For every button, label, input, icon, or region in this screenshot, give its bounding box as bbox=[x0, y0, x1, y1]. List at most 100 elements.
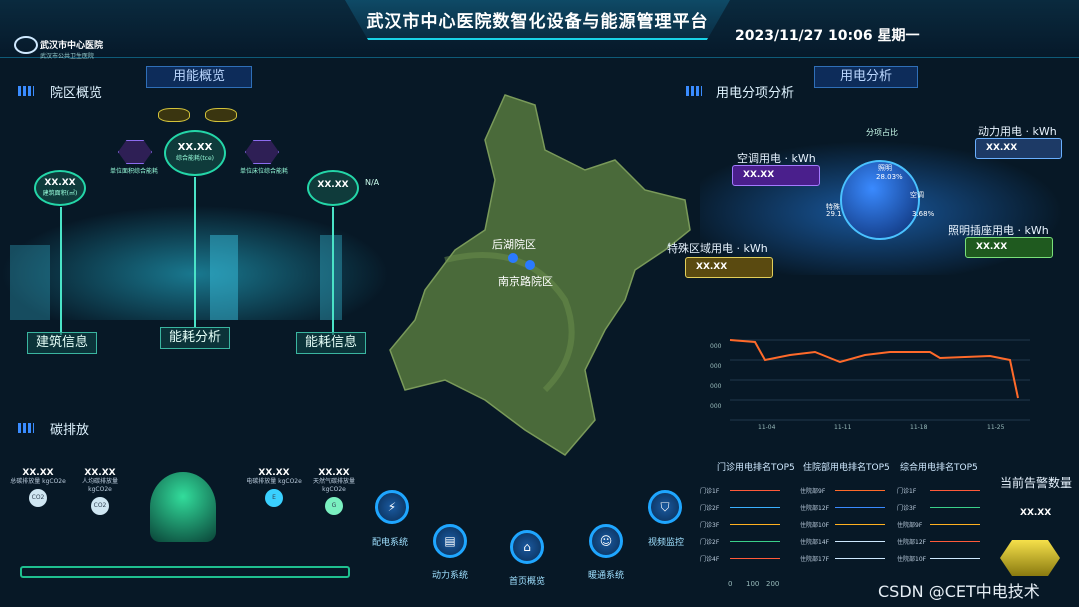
list-item: 门诊2F bbox=[700, 505, 720, 512]
y-tick: 000 bbox=[710, 403, 722, 410]
rank-bar bbox=[930, 507, 980, 508]
nav-label: 动力系统 bbox=[431, 571, 468, 581]
rank-bar bbox=[835, 490, 885, 491]
skyline-building bbox=[320, 235, 342, 320]
list-item: 住院部10F bbox=[800, 522, 830, 529]
list-item: 住院部10F bbox=[897, 556, 927, 563]
list-item: 门诊3F bbox=[700, 522, 720, 529]
section-title-power: 用电分项分析 bbox=[716, 86, 795, 101]
building-info-button[interactable]: 建筑信息 bbox=[27, 332, 97, 354]
logo-sub: 武汉市公共卫生医院 bbox=[40, 53, 95, 60]
top5-outpatient-title: 门诊用电排名TOP5 bbox=[717, 463, 795, 473]
battery-icon: E bbox=[265, 489, 283, 507]
gold-hex-1 bbox=[158, 108, 190, 122]
right-metric-value: XX.XX bbox=[317, 180, 349, 190]
nav-label: 首页概览 bbox=[508, 577, 545, 587]
flame-icon: G bbox=[325, 497, 343, 515]
rank-axis-tick: 0 bbox=[728, 580, 733, 588]
list-item: 门诊4F bbox=[700, 556, 720, 563]
list-item: 住院部12F bbox=[897, 539, 927, 546]
nav-label: 视频监控 bbox=[647, 538, 684, 548]
carbon-gas-value: XX.XX bbox=[318, 468, 350, 478]
building-area-hex: XX.XX 建筑面积(㎡) bbox=[34, 170, 86, 206]
section-title-carbon: 碳排放 bbox=[50, 423, 90, 438]
right-metric-hex: XX.XX bbox=[307, 170, 359, 206]
carbon-per-capita-label: 人均碳排放量 kgCO2e bbox=[81, 478, 118, 493]
lighting-power-title: 照明插座用电 · kWh bbox=[948, 224, 1049, 237]
carbon-gas-label: 天然气碳排放量 kgCO2e bbox=[312, 478, 355, 493]
carbon-electric-label: 电碳排放量 kgCO2e bbox=[246, 478, 302, 485]
list-item: 住院部9F bbox=[800, 488, 826, 495]
purple-right-label: 单位床位综合能耗 bbox=[240, 168, 289, 175]
y-tick: 000 bbox=[710, 363, 722, 370]
alarm-platform-graphic bbox=[1000, 540, 1060, 576]
alarm-title: 当前告警数量 bbox=[1000, 476, 1073, 490]
building-area-label: 建筑面积(㎡) bbox=[42, 190, 78, 197]
list-item: 住院部14F bbox=[800, 539, 830, 546]
total-energy-value: XX.XX bbox=[177, 142, 213, 153]
connector-line bbox=[60, 207, 62, 335]
home-icon[interactable]: ⌂ bbox=[510, 530, 544, 564]
hvac-icon[interactable]: ☺ bbox=[589, 524, 623, 558]
nav-video[interactable]: ⛉ bbox=[648, 490, 682, 524]
list-item: 住院部17F bbox=[800, 556, 830, 563]
co2-icon: CO2 bbox=[29, 489, 47, 507]
skyline-building bbox=[10, 245, 50, 320]
list-item: 门诊3F bbox=[897, 505, 917, 512]
carbon-electric: XX.XX 电碳排放量 kgCO2e E bbox=[244, 468, 304, 507]
alarm-value: XX.XX bbox=[1020, 508, 1052, 518]
hospital-logo-icon bbox=[14, 36, 38, 54]
watermark: CSDN @CET中电技术 bbox=[878, 582, 1040, 601]
list-item: 住院部12F bbox=[800, 505, 830, 512]
section-bars-icon bbox=[18, 423, 34, 433]
carbon-per-capita: XX.XX 人均碳排放量 kgCO2e CO2 bbox=[70, 468, 130, 515]
pie-label: 空调 bbox=[910, 191, 924, 199]
rank-bar bbox=[835, 541, 885, 542]
x-tick: 11-18 bbox=[910, 424, 928, 431]
nav-label: 配电系统 bbox=[371, 538, 408, 548]
power-system-icon[interactable]: ▤ bbox=[433, 524, 467, 558]
list-item: 门诊2F bbox=[700, 539, 720, 546]
lighting-power-value: XX.XX bbox=[965, 237, 1053, 258]
rank-bar bbox=[730, 507, 780, 508]
x-tick: 11-04 bbox=[758, 424, 776, 431]
rank-bar bbox=[835, 524, 885, 525]
pie-label: 29.1 bbox=[826, 210, 842, 218]
nav-distribution[interactable]: ⚡ bbox=[375, 490, 409, 524]
rank-bar bbox=[730, 524, 780, 525]
nav-home[interactable]: ⌂ bbox=[510, 530, 544, 564]
x-tick: 11-25 bbox=[987, 424, 1005, 431]
tab-energy-overview[interactable]: 用能概览 bbox=[146, 66, 252, 88]
special-area-value: XX.XX bbox=[685, 257, 773, 278]
rank-bar bbox=[930, 490, 980, 491]
top5-overall-title: 综合用电排名TOP5 bbox=[900, 463, 978, 473]
rank-bar bbox=[930, 524, 980, 525]
connector-line bbox=[332, 207, 334, 335]
rank-bar bbox=[730, 490, 780, 491]
energy-info-button[interactable]: 能耗信息 bbox=[296, 332, 366, 354]
purple-hex-left bbox=[118, 140, 152, 164]
carbon-platform bbox=[20, 566, 350, 578]
list-item: 门诊1F bbox=[897, 488, 917, 495]
purple-hex-right bbox=[245, 140, 279, 164]
energy-analysis-button[interactable]: 能耗分析 bbox=[160, 327, 230, 349]
carbon-gas: XX.XX 天然气碳排放量 kgCO2e G bbox=[302, 468, 366, 515]
shield-icon[interactable]: ⛉ bbox=[648, 490, 682, 524]
rank-bar bbox=[930, 541, 980, 542]
page-title: 武汉市中心医院数智化设备与能源管理平台 bbox=[366, 12, 709, 32]
tab-power-analysis[interactable]: 用电分析 bbox=[814, 66, 918, 88]
datetime: 2023/11/27 10:06 星期一 bbox=[735, 28, 920, 44]
purple-left-label: 单位面积综合能耗 bbox=[110, 168, 159, 175]
rank-bar bbox=[930, 558, 980, 559]
rank-bar bbox=[835, 507, 885, 508]
y-tick: 000 bbox=[710, 343, 722, 350]
nav-hvac[interactable]: ☺ bbox=[589, 524, 623, 558]
power-icon[interactable]: ⚡ bbox=[375, 490, 409, 524]
carbon-per-capita-value: XX.XX bbox=[84, 468, 116, 478]
rank-axis-tick: 100 bbox=[746, 580, 760, 588]
power-trend-chart bbox=[729, 339, 1030, 421]
nav-power-system[interactable]: ▤ bbox=[433, 524, 467, 558]
special-area-title: 特殊区域用电 · kWh bbox=[667, 242, 768, 255]
carbon-dome-graphic bbox=[150, 472, 216, 542]
total-energy-hex: XX.XX 综合能耗(tce) bbox=[164, 130, 226, 176]
